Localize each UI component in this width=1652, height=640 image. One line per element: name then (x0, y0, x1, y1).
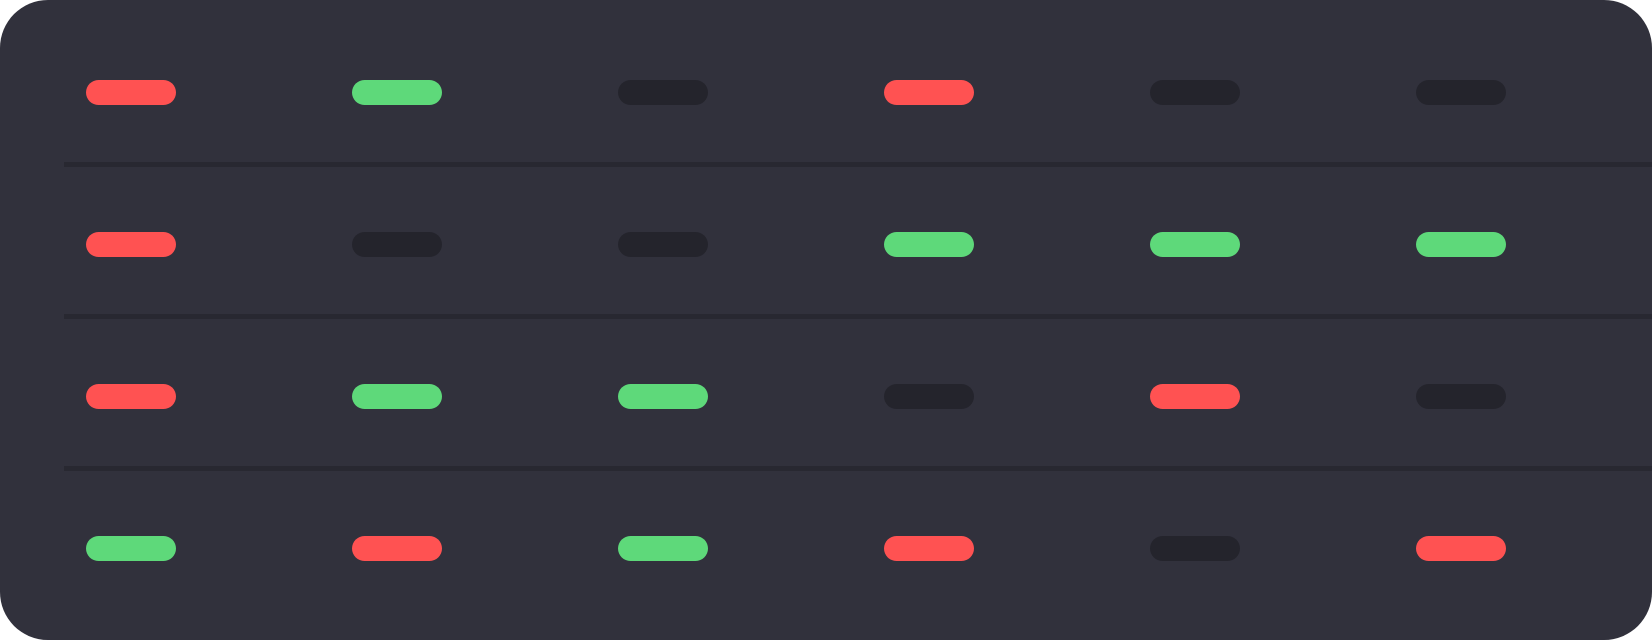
indicator-r3-c4[interactable] (884, 384, 974, 409)
indicator-r3-c5[interactable] (1150, 384, 1240, 409)
indicator-r2-c3[interactable] (618, 232, 708, 257)
indicator-r2-c1[interactable] (86, 232, 176, 257)
indicator-r4-c5[interactable] (1150, 536, 1240, 561)
row-divider (64, 314, 1652, 319)
indicator-r4-c3[interactable] (618, 536, 708, 561)
indicator-r1-c2[interactable] (352, 80, 442, 105)
indicator-r4-c4[interactable] (884, 536, 974, 561)
grid-row-4 (0, 472, 1652, 624)
row-divider (64, 466, 1652, 471)
indicator-r4-c1[interactable] (86, 536, 176, 561)
status-grid-panel (0, 0, 1652, 640)
indicator-r3-c3[interactable] (618, 384, 708, 409)
indicator-r2-c2[interactable] (352, 232, 442, 257)
indicator-r2-c5[interactable] (1150, 232, 1240, 257)
indicator-r3-c2[interactable] (352, 384, 442, 409)
indicator-r1-c3[interactable] (618, 80, 708, 105)
indicator-r2-c6[interactable] (1416, 232, 1506, 257)
indicator-r3-c6[interactable] (1416, 384, 1506, 409)
indicator-r4-c6[interactable] (1416, 536, 1506, 561)
indicator-r1-c4[interactable] (884, 80, 974, 105)
grid-row-1 (0, 16, 1652, 168)
indicator-r2-c4[interactable] (884, 232, 974, 257)
indicator-r4-c2[interactable] (352, 536, 442, 561)
indicator-r3-c1[interactable] (86, 384, 176, 409)
grid-row-3 (0, 320, 1652, 472)
indicator-r1-c6[interactable] (1416, 80, 1506, 105)
row-divider (64, 162, 1652, 167)
indicator-r1-c1[interactable] (86, 80, 176, 105)
grid-row-2 (0, 168, 1652, 320)
indicator-r1-c5[interactable] (1150, 80, 1240, 105)
